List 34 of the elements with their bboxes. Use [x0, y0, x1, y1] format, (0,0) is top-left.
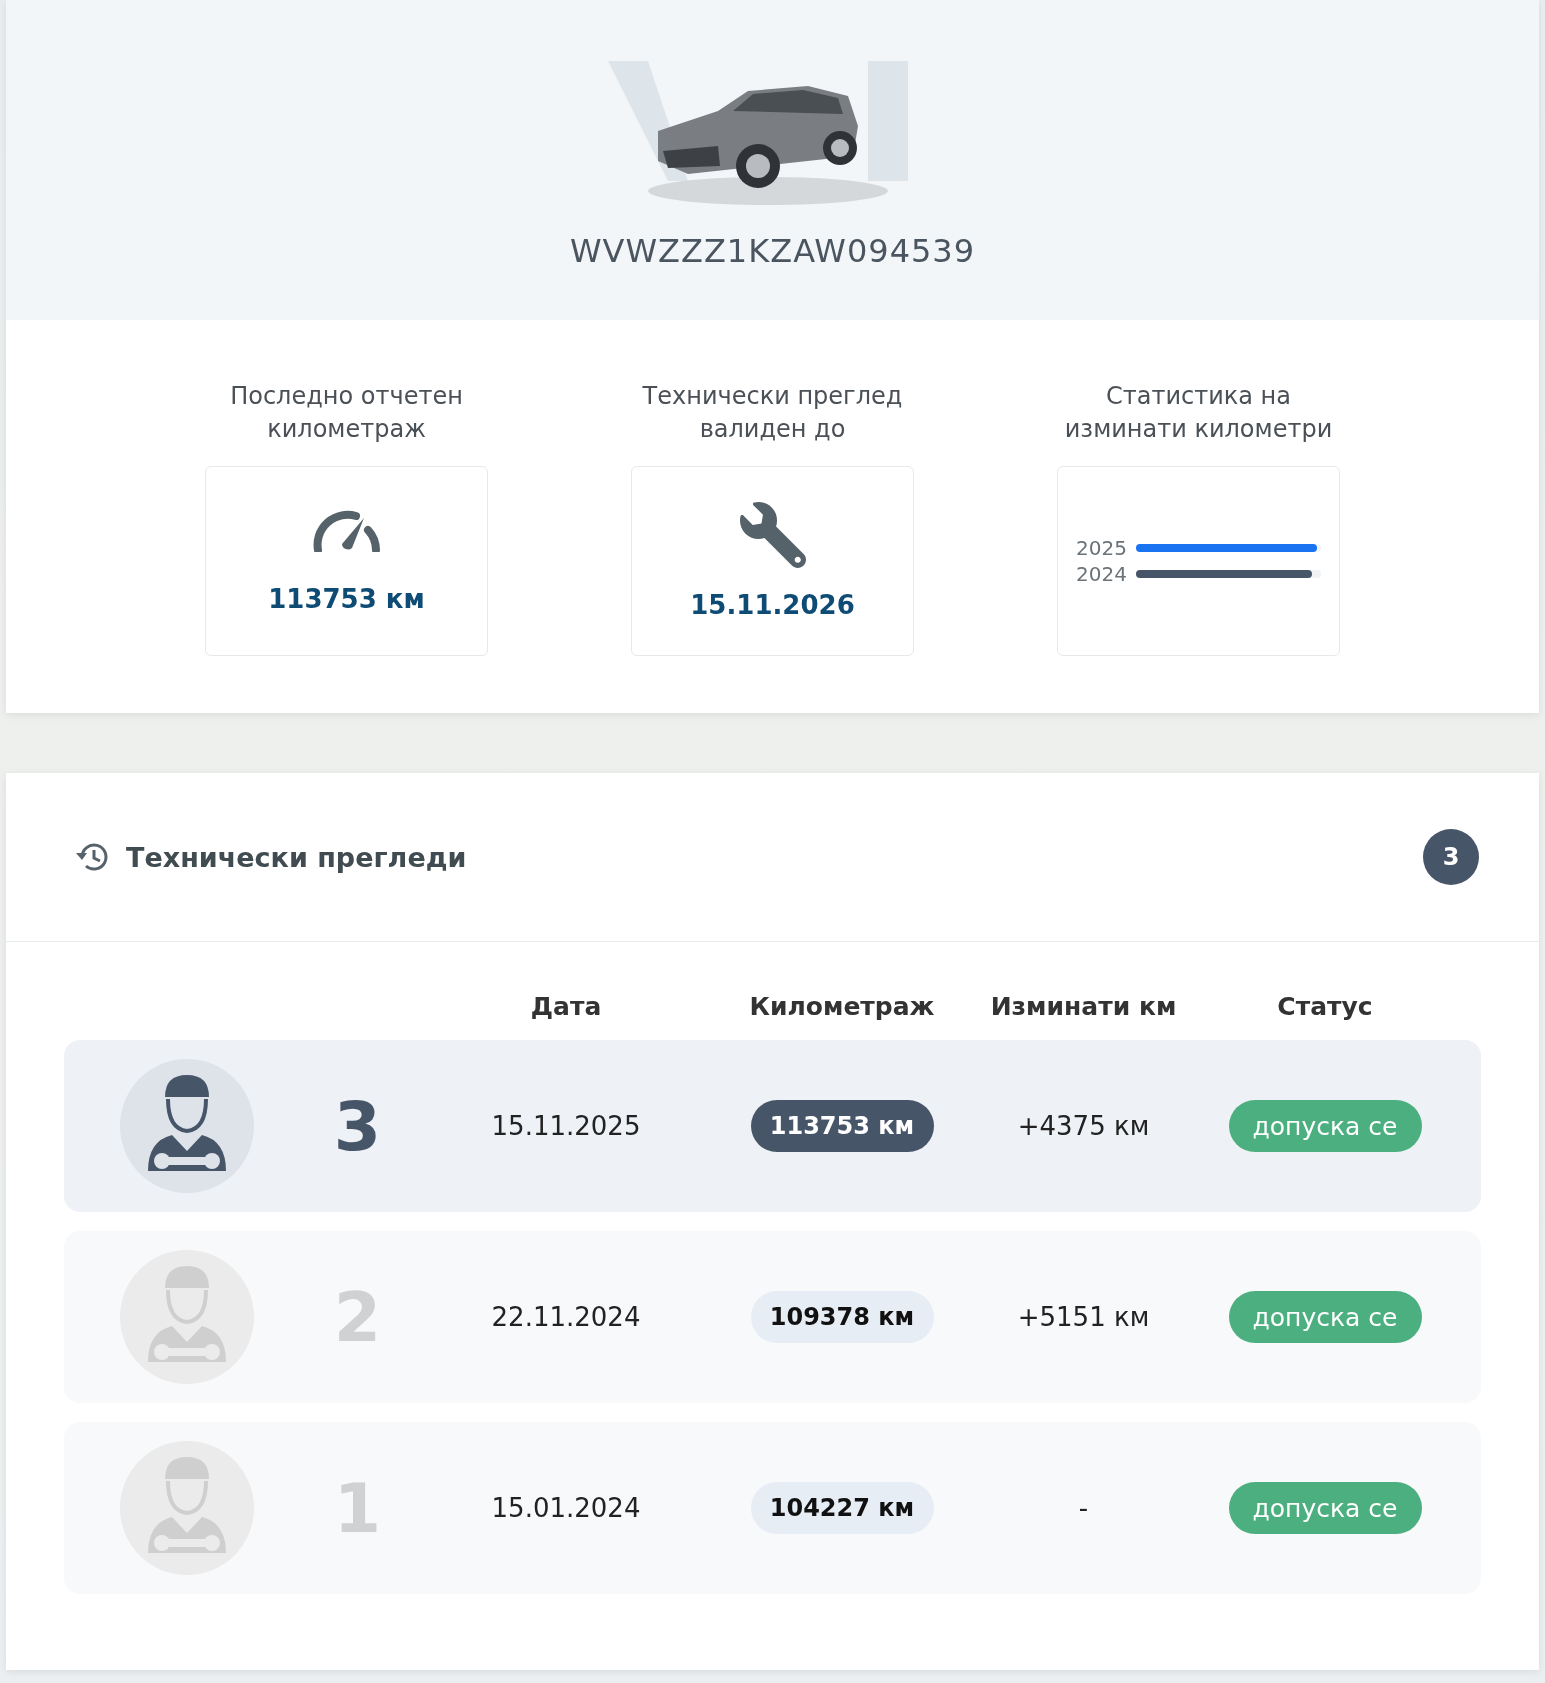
- status-badge: допуска се: [1228, 1482, 1422, 1534]
- mechanic-avatar-icon: [120, 1441, 254, 1575]
- stat-title: Последно отчетен километраж: [229, 381, 464, 445]
- stat-title: Технически преглед валиден до: [641, 381, 904, 445]
- section-title: Технически прегледи: [126, 841, 468, 873]
- mileage-badge: 104227 км: [750, 1482, 934, 1534]
- stat-title: Статистика на изминати километри: [1063, 381, 1334, 445]
- inspection-row[interactable]: 3 15.11.2025 113753 км +4375 км допуска се: [64, 1040, 1481, 1212]
- distance-cell: +5151 км: [1017, 1302, 1150, 1332]
- mechanic-avatar-icon: [120, 1059, 254, 1193]
- speedometer-icon: [311, 508, 382, 552]
- year-label: 2025: [1076, 536, 1128, 560]
- history-icon: [74, 841, 110, 873]
- mechanic-avatar-icon: [120, 1250, 254, 1384]
- date-cell: 22.11.2024: [491, 1302, 641, 1332]
- inspection-number: 3: [333, 1086, 382, 1166]
- column-header: Статус: [1277, 992, 1373, 1021]
- mileage-badge: 109378 км: [750, 1291, 934, 1343]
- date-cell: 15.01.2024: [491, 1493, 641, 1523]
- inspection-date: 15.11.2026: [690, 590, 855, 620]
- status-badge: допуска се: [1228, 1100, 1422, 1152]
- year-label: 2024: [1076, 562, 1128, 586]
- column-header: Километраж: [749, 992, 935, 1021]
- column-header: Изминати км: [990, 992, 1177, 1021]
- mileage-value: 113753 км: [268, 584, 425, 614]
- distance-cell: -: [1078, 1493, 1089, 1523]
- status-badge: допуска се: [1228, 1291, 1422, 1343]
- vin-number: WVWZZZ1KZAW094539: [569, 232, 976, 270]
- date-cell: 15.11.2025: [491, 1111, 641, 1141]
- distance-cell: +4375 км: [1017, 1111, 1150, 1141]
- column-header: Дата: [530, 992, 602, 1021]
- count-badge: 3: [1423, 829, 1479, 885]
- mileage-badge: 113753 км: [750, 1100, 934, 1152]
- wrench-icon: [739, 502, 806, 568]
